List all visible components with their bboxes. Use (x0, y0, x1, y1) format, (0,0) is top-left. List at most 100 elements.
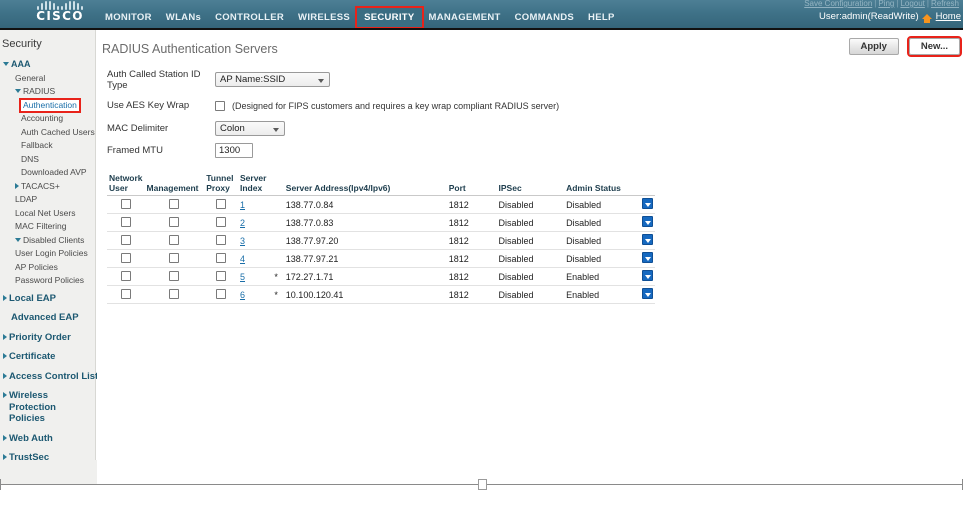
home-icon[interactable] (921, 14, 932, 23)
cell-ipsec: Disabled (496, 213, 565, 232)
chevron-right-icon (3, 353, 7, 359)
server-index-link[interactable]: 1 (240, 200, 245, 210)
th-ipsec: IPSec (496, 174, 565, 196)
scrollbar-handle[interactable] (478, 479, 487, 490)
menu-item-commands[interactable]: COMMANDS (508, 8, 581, 27)
management-checkbox[interactable] (169, 198, 180, 209)
main-menu[interactable]: MONITOR WLANs CONTROLLER WIRELESS SECURI… (98, 5, 622, 28)
network-user-checkbox[interactable] (120, 234, 131, 245)
sidebar-item-disabled-clients[interactable]: Disabled Clients (0, 234, 95, 248)
cisco-logo[interactable]: CISCO (20, 1, 100, 23)
sidebar-item-authentication[interactable]: Authentication (0, 97, 95, 113)
sidebar-item-mac-filtering[interactable]: MAC Filtering (0, 220, 95, 234)
sidebar-item-local-net-users[interactable]: Local Net Users (0, 207, 95, 221)
new-button[interactable]: New... (906, 36, 963, 57)
row-menu-chevron-down-icon[interactable] (642, 198, 653, 209)
table-row[interactable]: 4 138.77.97.21 1812 Disabled Disabled (107, 249, 655, 268)
sidebar-item-advanced-eap[interactable]: Advanced EAP (0, 307, 95, 327)
sidebar-item-password-policies[interactable]: Password Policies (0, 274, 95, 288)
sidebar-item-auth-cached-users[interactable]: Auth Cached Users (0, 126, 95, 140)
management-checkbox[interactable] (169, 234, 180, 245)
tunnel-proxy-checkbox[interactable] (216, 288, 227, 299)
table-row[interactable]: 1 138.77.0.84 1812 Disabled Disabled (107, 195, 655, 214)
sidebar-item-access-control-lists[interactable]: Access Control Lists (0, 366, 104, 386)
aes-key-wrap-checkbox[interactable] (215, 100, 225, 111)
sidebar-label: Access Control Lists (9, 370, 104, 382)
sidebar-label: AAA (11, 59, 31, 69)
server-index-link[interactable]: 2 (240, 218, 245, 228)
sidebar-item-wireless-protection-policies[interactable]: Wireless Protection Policies (0, 385, 95, 428)
table-row[interactable]: 5 * 172.27.1.71 1812 Disabled Enabled (107, 267, 655, 286)
menu-item-wireless[interactable]: WIRELESS (291, 8, 357, 27)
home-link[interactable]: Home (936, 11, 961, 22)
menu-item-security[interactable]: SECURITY (355, 5, 424, 28)
table-row[interactable]: 6 * 10.100.120.41 1812 Disabled Enabled (107, 285, 655, 304)
tunnel-proxy-checkbox[interactable] (216, 216, 227, 227)
utility-links[interactable]: Save Configuration | Ping | Logout | Refresh (804, 0, 959, 8)
server-index-link[interactable]: 3 (240, 236, 245, 246)
page-actions[interactable]: Apply New... (848, 36, 963, 57)
menu-item-management[interactable]: MANAGEMENT (422, 8, 508, 27)
apply-button[interactable]: Apply (848, 38, 899, 55)
cell-network-user (107, 285, 145, 304)
sidebar-nav[interactable]: AAA General RADIUS Authentication Accoun… (0, 58, 104, 516)
logout-link[interactable]: Logout (900, 0, 924, 8)
ping-link[interactable]: Ping (878, 0, 894, 8)
row-menu-chevron-down-icon[interactable] (642, 288, 653, 299)
sidebar-item-local-eap[interactable]: Local EAP (0, 288, 95, 308)
chevron-right-icon (3, 294, 7, 301)
network-user-checkbox[interactable] (120, 252, 131, 263)
sidebar-item-dns[interactable]: DNS (0, 153, 95, 167)
mac-delimiter-select[interactable]: Colon (215, 121, 285, 136)
save-configuration-link[interactable]: Save Configuration (804, 0, 872, 8)
row-menu-chevron-down-icon[interactable] (642, 270, 653, 281)
cell-star: * (268, 285, 284, 304)
cell-server-index: 5 (238, 267, 269, 286)
network-user-checkbox[interactable] (120, 270, 131, 281)
table-row[interactable]: 2 138.77.0.83 1812 Disabled Disabled (107, 213, 655, 232)
sidebar-item-downloaded-avp[interactable]: Downloaded AVP (0, 166, 95, 180)
sidebar-item-general[interactable]: General (0, 72, 95, 86)
sidebar-label: Downloaded AVP (21, 167, 87, 177)
sidebar-item-tacacs[interactable]: TACACS+ (0, 180, 95, 194)
tunnel-proxy-checkbox[interactable] (216, 270, 227, 281)
table-row[interactable]: 3 138.77.97.20 1812 Disabled Disabled (107, 231, 655, 250)
management-checkbox[interactable] (169, 216, 180, 227)
tunnel-proxy-checkbox[interactable] (216, 252, 227, 263)
network-user-checkbox[interactable] (120, 198, 131, 209)
th-tunnel-proxy: Tunnel Proxy (204, 173, 238, 196)
menu-item-wlans[interactable]: WLANs (159, 8, 208, 27)
sidebar-item-certificate[interactable]: Certificate (0, 346, 95, 366)
management-checkbox[interactable] (169, 252, 180, 263)
framed-mtu-input[interactable]: 1300 (215, 143, 253, 158)
sidebar-item-ap-policies[interactable]: AP Policies (0, 261, 95, 275)
sidebar-item-user-login-policies[interactable]: User Login Policies (0, 247, 95, 261)
sidebar-item-aaa[interactable]: AAA (0, 58, 95, 72)
menu-item-help[interactable]: HELP (581, 8, 622, 27)
user-info: User:admin(ReadWrite) Home (819, 11, 961, 23)
tunnel-proxy-checkbox[interactable] (216, 234, 227, 245)
cell-admin-status: Disabled (564, 195, 636, 214)
sidebar-item-accounting[interactable]: Accounting (0, 112, 95, 126)
server-index-link[interactable]: 4 (240, 254, 245, 264)
row-menu-chevron-down-icon[interactable] (642, 252, 653, 263)
network-user-checkbox[interactable] (120, 288, 131, 299)
management-checkbox[interactable] (169, 270, 180, 281)
sidebar-item-priority-order[interactable]: Priority Order (0, 327, 95, 347)
server-index-link[interactable]: 5 (240, 272, 245, 282)
cell-actions (635, 249, 655, 268)
row-menu-chevron-down-icon[interactable] (642, 216, 653, 227)
sidebar-item-fallback[interactable]: Fallback (0, 139, 95, 153)
auth-called-station-select[interactable]: AP Name:SSID (215, 72, 330, 87)
sidebar-item-radius[interactable]: RADIUS (0, 85, 95, 99)
sidebar-item-ldap[interactable]: LDAP (0, 193, 95, 207)
sidebar-item-web-auth[interactable]: Web Auth (0, 428, 95, 448)
management-checkbox[interactable] (169, 288, 180, 299)
refresh-link[interactable]: Refresh (931, 0, 959, 8)
menu-item-controller[interactable]: CONTROLLER (208, 8, 291, 27)
network-user-checkbox[interactable] (120, 216, 131, 227)
row-menu-chevron-down-icon[interactable] (642, 234, 653, 245)
tunnel-proxy-checkbox[interactable] (216, 198, 227, 209)
server-index-link[interactable]: 6 (240, 290, 245, 300)
menu-item-monitor[interactable]: MONITOR (98, 8, 159, 27)
